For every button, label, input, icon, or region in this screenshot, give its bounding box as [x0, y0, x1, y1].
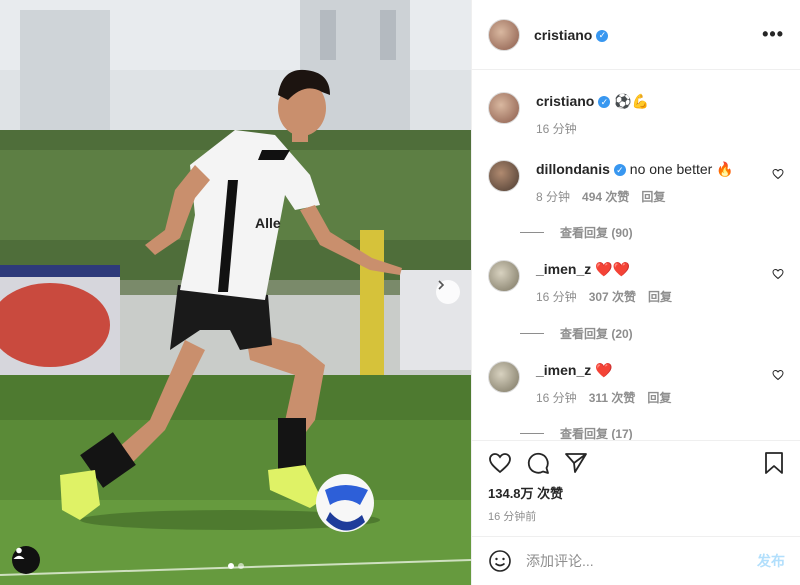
avatar[interactable]: [488, 18, 520, 51]
like-comment-heart-icon[interactable]: [772, 168, 784, 180]
author-username[interactable]: cristiano ✓: [534, 27, 609, 43]
replies-divider: [520, 333, 544, 334]
comment-text: ❤️❤️: [595, 261, 631, 277]
save-button[interactable]: [763, 451, 785, 475]
replies-divider: [520, 232, 544, 233]
caption-line: cristiano ✓ ⚽💪: [536, 92, 766, 110]
comments-list[interactable]: cristiano ✓ ⚽💪 16 分钟 dillondanis ✓ no one …: [472, 70, 800, 440]
caption-time: 16 分钟: [536, 122, 577, 136]
user-icon: [13, 547, 25, 559]
like-comment-heart-icon[interactable]: [772, 369, 784, 381]
view-replies-label[interactable]: 查看回复 (90): [560, 224, 633, 241]
slide-dot: [238, 563, 244, 569]
avatar[interactable]: [488, 260, 520, 292]
smiley-icon: [489, 550, 511, 572]
view-replies[interactable]: 查看回复 (90): [520, 224, 633, 241]
slide-indicator: [228, 563, 244, 569]
avatar[interactable]: [488, 160, 520, 192]
add-comment-bar: 添加评论... 发布: [472, 536, 800, 585]
view-replies[interactable]: 查看回复 (20): [520, 325, 633, 342]
verified-badge-icon: ✓: [598, 96, 611, 109]
comment-text: ❤️: [595, 362, 613, 378]
view-replies-label[interactable]: 查看回复 (17): [560, 425, 633, 440]
comment-likes[interactable]: 494 次赞: [582, 188, 629, 205]
comment-username[interactable]: dillondanis: [536, 161, 610, 177]
slide-dot-active: [228, 563, 234, 569]
caption: cristiano ✓ ⚽💪 16 分钟: [488, 92, 788, 152]
author-username-text[interactable]: cristiano: [534, 27, 592, 43]
reply-button[interactable]: 回复: [641, 188, 665, 205]
verified-badge-icon: ✓: [613, 164, 626, 177]
heart-icon: [489, 453, 511, 474]
post-media[interactable]: Alle: [0, 0, 471, 585]
avatar[interactable]: [488, 361, 520, 393]
comment-time: 16 分钟: [536, 290, 577, 304]
view-replies-label[interactable]: 查看回复 (20): [560, 325, 633, 342]
comment-input[interactable]: 添加评论...: [526, 551, 594, 571]
reply-button[interactable]: 回复: [648, 288, 672, 305]
comment-time: 16 分钟: [536, 391, 577, 405]
svg-text:Alle: Alle: [255, 215, 281, 231]
comment-likes[interactable]: 311 次赞: [589, 389, 636, 406]
comment-username[interactable]: _imen_z: [536, 261, 591, 277]
post-side-panel: cristiano ✓ ••• cristiano ✓ ⚽💪 16 分钟 dillo…: [471, 0, 800, 585]
chevron-right-icon: [438, 280, 445, 290]
caption-username[interactable]: cristiano: [536, 93, 594, 109]
post-header: cristiano ✓ •••: [472, 0, 800, 70]
post-actions: 134.8万 次赞 16 分钟前: [472, 440, 800, 536]
verified-badge-icon: ✓: [596, 29, 609, 42]
tagged-users-button[interactable]: [12, 546, 40, 574]
comment-time: 8 分钟: [536, 190, 571, 204]
share-button[interactable]: [564, 451, 588, 475]
bookmark-icon: [765, 452, 783, 474]
avatar[interactable]: [488, 92, 520, 124]
comment-button[interactable]: [526, 451, 550, 475]
emoji-button[interactable]: [488, 549, 512, 573]
more-options-icon[interactable]: •••: [762, 24, 784, 45]
post-comment-button[interactable]: 发布: [757, 551, 785, 571]
comment-likes[interactable]: 307 次赞: [589, 288, 636, 305]
replies-divider: [520, 433, 544, 434]
view-replies[interactable]: 查看回复 (17): [520, 425, 633, 440]
caption-text: ⚽💪: [614, 93, 650, 109]
next-slide-button[interactable]: [436, 280, 460, 304]
reply-button[interactable]: 回复: [647, 389, 671, 406]
likes-count[interactable]: 134.8万 次赞: [472, 475, 800, 502]
post-photo: Alle: [0, 0, 471, 585]
like-comment-heart-icon[interactable]: [772, 268, 784, 280]
like-button[interactable]: [488, 451, 512, 475]
comment-username[interactable]: _imen_z: [536, 362, 591, 378]
paper-plane-icon: [565, 453, 587, 473]
comment-bubble-icon: [527, 452, 549, 474]
comment-text: no one better 🔥: [629, 161, 734, 177]
post-time[interactable]: 16 分钟前: [472, 502, 800, 524]
